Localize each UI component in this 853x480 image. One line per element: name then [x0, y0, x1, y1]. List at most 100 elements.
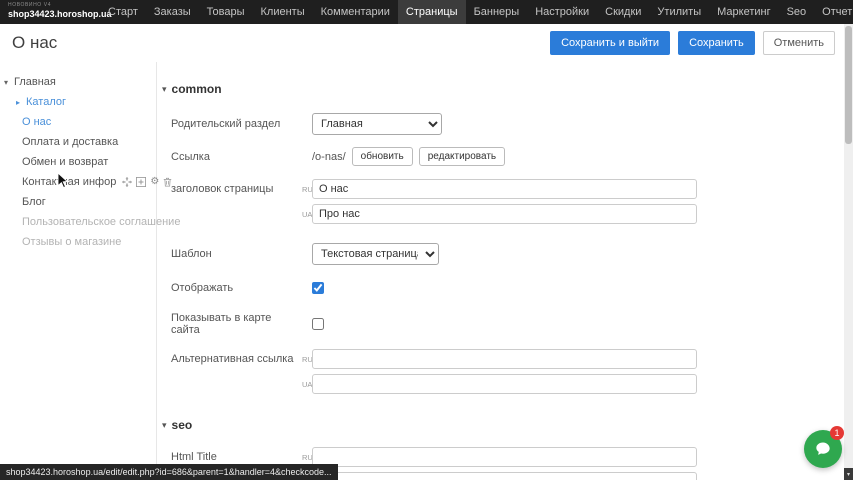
- nav-seo[interactable]: Seo: [779, 0, 815, 24]
- nav-marketing[interactable]: Маркетинг: [709, 0, 778, 24]
- sitemap-label: Показывать в карте сайта: [171, 312, 302, 336]
- caret-down-icon: ▾: [162, 420, 167, 431]
- section-seo[interactable]: ▾ seo: [162, 418, 853, 432]
- page-title-ua-input[interactable]: [312, 204, 697, 224]
- caret-down-icon: ▾: [162, 84, 167, 95]
- sidebar-item-label: Контактная инфор: [22, 176, 116, 188]
- html-title-group: RU UA: [302, 447, 697, 480]
- nav-utilities[interactable]: Утилиты: [649, 0, 709, 24]
- sidebar-item-label: Отзывы о магазине: [22, 236, 121, 248]
- sidebar-item-label: Обмен и возврат: [22, 156, 108, 168]
- caret-down-icon: ▾: [847, 471, 850, 478]
- section-common-label: common: [172, 82, 222, 96]
- nav-start[interactable]: Старт: [100, 0, 146, 24]
- save-and-exit-button[interactable]: Сохранить и выйти: [550, 31, 670, 55]
- lang-ru-label: RU: [302, 185, 312, 194]
- template-select[interactable]: Текстовая страница: [312, 243, 439, 265]
- alt-link-row: Альтернативная ссылка RU UA: [157, 349, 853, 394]
- sidebar-item-catalog[interactable]: ▸ Каталог: [0, 92, 156, 112]
- lang-ru-label: RU: [302, 355, 312, 364]
- html-title-ua-line: UA: [302, 472, 697, 480]
- sitemap-checkbox[interactable]: [312, 318, 324, 330]
- sidebar-item-label: Блог: [22, 196, 46, 208]
- nav-orders[interactable]: Заказы: [146, 0, 199, 24]
- page-title-row: заголовок страницы RU UA: [157, 179, 853, 224]
- nav-clients[interactable]: Клиенты: [253, 0, 313, 24]
- cancel-button[interactable]: Отменить: [763, 31, 835, 55]
- link-value: /o-nas/: [312, 151, 346, 163]
- display-label: Отображать: [171, 282, 302, 294]
- html-title-label: Html Title: [171, 451, 302, 463]
- logo-domain: shop34423.horoshop.ua: [8, 10, 90, 19]
- page-title-ua-line: UA: [302, 204, 697, 224]
- section-seo-label: seo: [172, 418, 193, 432]
- main-nav: Старт Заказы Товары Клиенты Комментарии …: [100, 0, 853, 24]
- caret-right-icon: ▸: [16, 98, 26, 107]
- parent-section-row: Родительский раздел Главная: [157, 113, 853, 135]
- page-header: О нас Сохранить и выйти Сохранить Отмени…: [0, 24, 853, 62]
- nav-settings[interactable]: Настройки: [527, 0, 597, 24]
- sidebar-item-label: Оплата и доставка: [22, 136, 118, 148]
- sidebar-item-home[interactable]: ▾ Главная: [0, 72, 156, 92]
- sidebar-item-label: Каталог: [26, 96, 66, 108]
- html-title-ua-input[interactable]: [312, 472, 697, 480]
- logo[interactable]: НОВОВИНО V4 shop34423.horoshop.ua: [0, 0, 100, 24]
- chat-unread-badge: 1: [830, 426, 844, 440]
- alt-link-ru-input[interactable]: [312, 349, 697, 369]
- html-title-ru-input[interactable]: [312, 447, 697, 467]
- scrollbar-thumb[interactable]: [845, 26, 852, 144]
- parent-section-select[interactable]: Главная: [312, 113, 442, 135]
- html-title-ru-line: RU: [302, 447, 697, 467]
- lang-ua-label: UA: [302, 210, 312, 219]
- scrollbar-corner: ▾: [844, 468, 853, 480]
- pages-tree-sidebar: ▾ Главная ▸ Каталог О нас Оплата и доста…: [0, 62, 157, 480]
- template-row: Шаблон Текстовая страница: [157, 243, 853, 265]
- nav-pages[interactable]: Страницы: [398, 0, 466, 24]
- sidebar-item-store-reviews[interactable]: Отзывы о магазине: [0, 232, 156, 252]
- page-title-group: RU UA: [302, 179, 697, 224]
- chat-widget-button[interactable]: 1: [804, 430, 842, 468]
- display-checkbox[interactable]: [312, 282, 324, 294]
- add-icon[interactable]: [136, 177, 146, 187]
- chat-icon: [813, 439, 833, 459]
- status-url-tooltip: shop34423.horoshop.ua/edit/edit.php?id=6…: [0, 464, 338, 480]
- sidebar-item-about-us[interactable]: О нас: [0, 112, 156, 132]
- link-row: Ссылка /o-nas/ обновить редактировать: [157, 147, 853, 166]
- alt-link-ua-input[interactable]: [312, 374, 697, 394]
- alt-link-group: RU UA: [302, 349, 697, 394]
- sidebar-item-label: О нас: [22, 116, 51, 128]
- parent-section-label: Родительский раздел: [171, 118, 302, 130]
- nav-banners[interactable]: Баннеры: [466, 0, 528, 24]
- nav-discounts[interactable]: Скидки: [597, 0, 649, 24]
- link-label: Ссылка: [171, 151, 302, 163]
- vertical-scrollbar[interactable]: [844, 24, 853, 480]
- page-title-label: заголовок страницы: [171, 179, 302, 195]
- sidebar-item-contact-info[interactable]: Контактная инфор ⚙: [0, 172, 156, 192]
- app-window: НОВОВИНО V4 shop34423.horoshop.ua Старт …: [0, 0, 853, 480]
- page-title-ru-input[interactable]: [312, 179, 697, 199]
- sidebar-item-user-agreement[interactable]: Пользовательское соглашение: [0, 212, 156, 232]
- main-area: ▾ Главная ▸ Каталог О нас Оплата и доста…: [0, 62, 853, 480]
- link-edit-button[interactable]: редактировать: [419, 147, 505, 166]
- move-icon[interactable]: [122, 177, 132, 187]
- alt-link-label: Альтернативная ссылка: [171, 349, 302, 365]
- sidebar-item-label: Главная: [14, 76, 56, 88]
- nav-comments[interactable]: Комментарии: [313, 0, 398, 24]
- sidebar-item-payment-delivery[interactable]: Оплата и доставка: [0, 132, 156, 152]
- save-button[interactable]: Сохранить: [678, 31, 755, 55]
- link-refresh-button[interactable]: обновить: [352, 147, 413, 166]
- page-title: О нас: [12, 33, 57, 53]
- nav-reports[interactable]: Отчеты: [814, 0, 853, 24]
- sidebar-item-blog[interactable]: Блог: [0, 192, 156, 212]
- logo-version: НОВОВИНО V4: [8, 3, 90, 8]
- alt-link-ru-line: RU: [302, 349, 697, 369]
- display-row: Отображать: [157, 282, 853, 294]
- lang-ua-label: UA: [302, 380, 312, 389]
- edit-form: ▾ common Родительский раздел Главная Ссы…: [157, 62, 853, 480]
- template-label: Шаблон: [171, 248, 302, 260]
- lang-ru-label: RU: [302, 453, 312, 462]
- sidebar-item-exchange-return[interactable]: Обмен и возврат: [0, 152, 156, 172]
- nav-products[interactable]: Товары: [199, 0, 253, 24]
- section-common[interactable]: ▾ common: [162, 82, 853, 96]
- sitemap-row: Показывать в карте сайта: [157, 312, 853, 336]
